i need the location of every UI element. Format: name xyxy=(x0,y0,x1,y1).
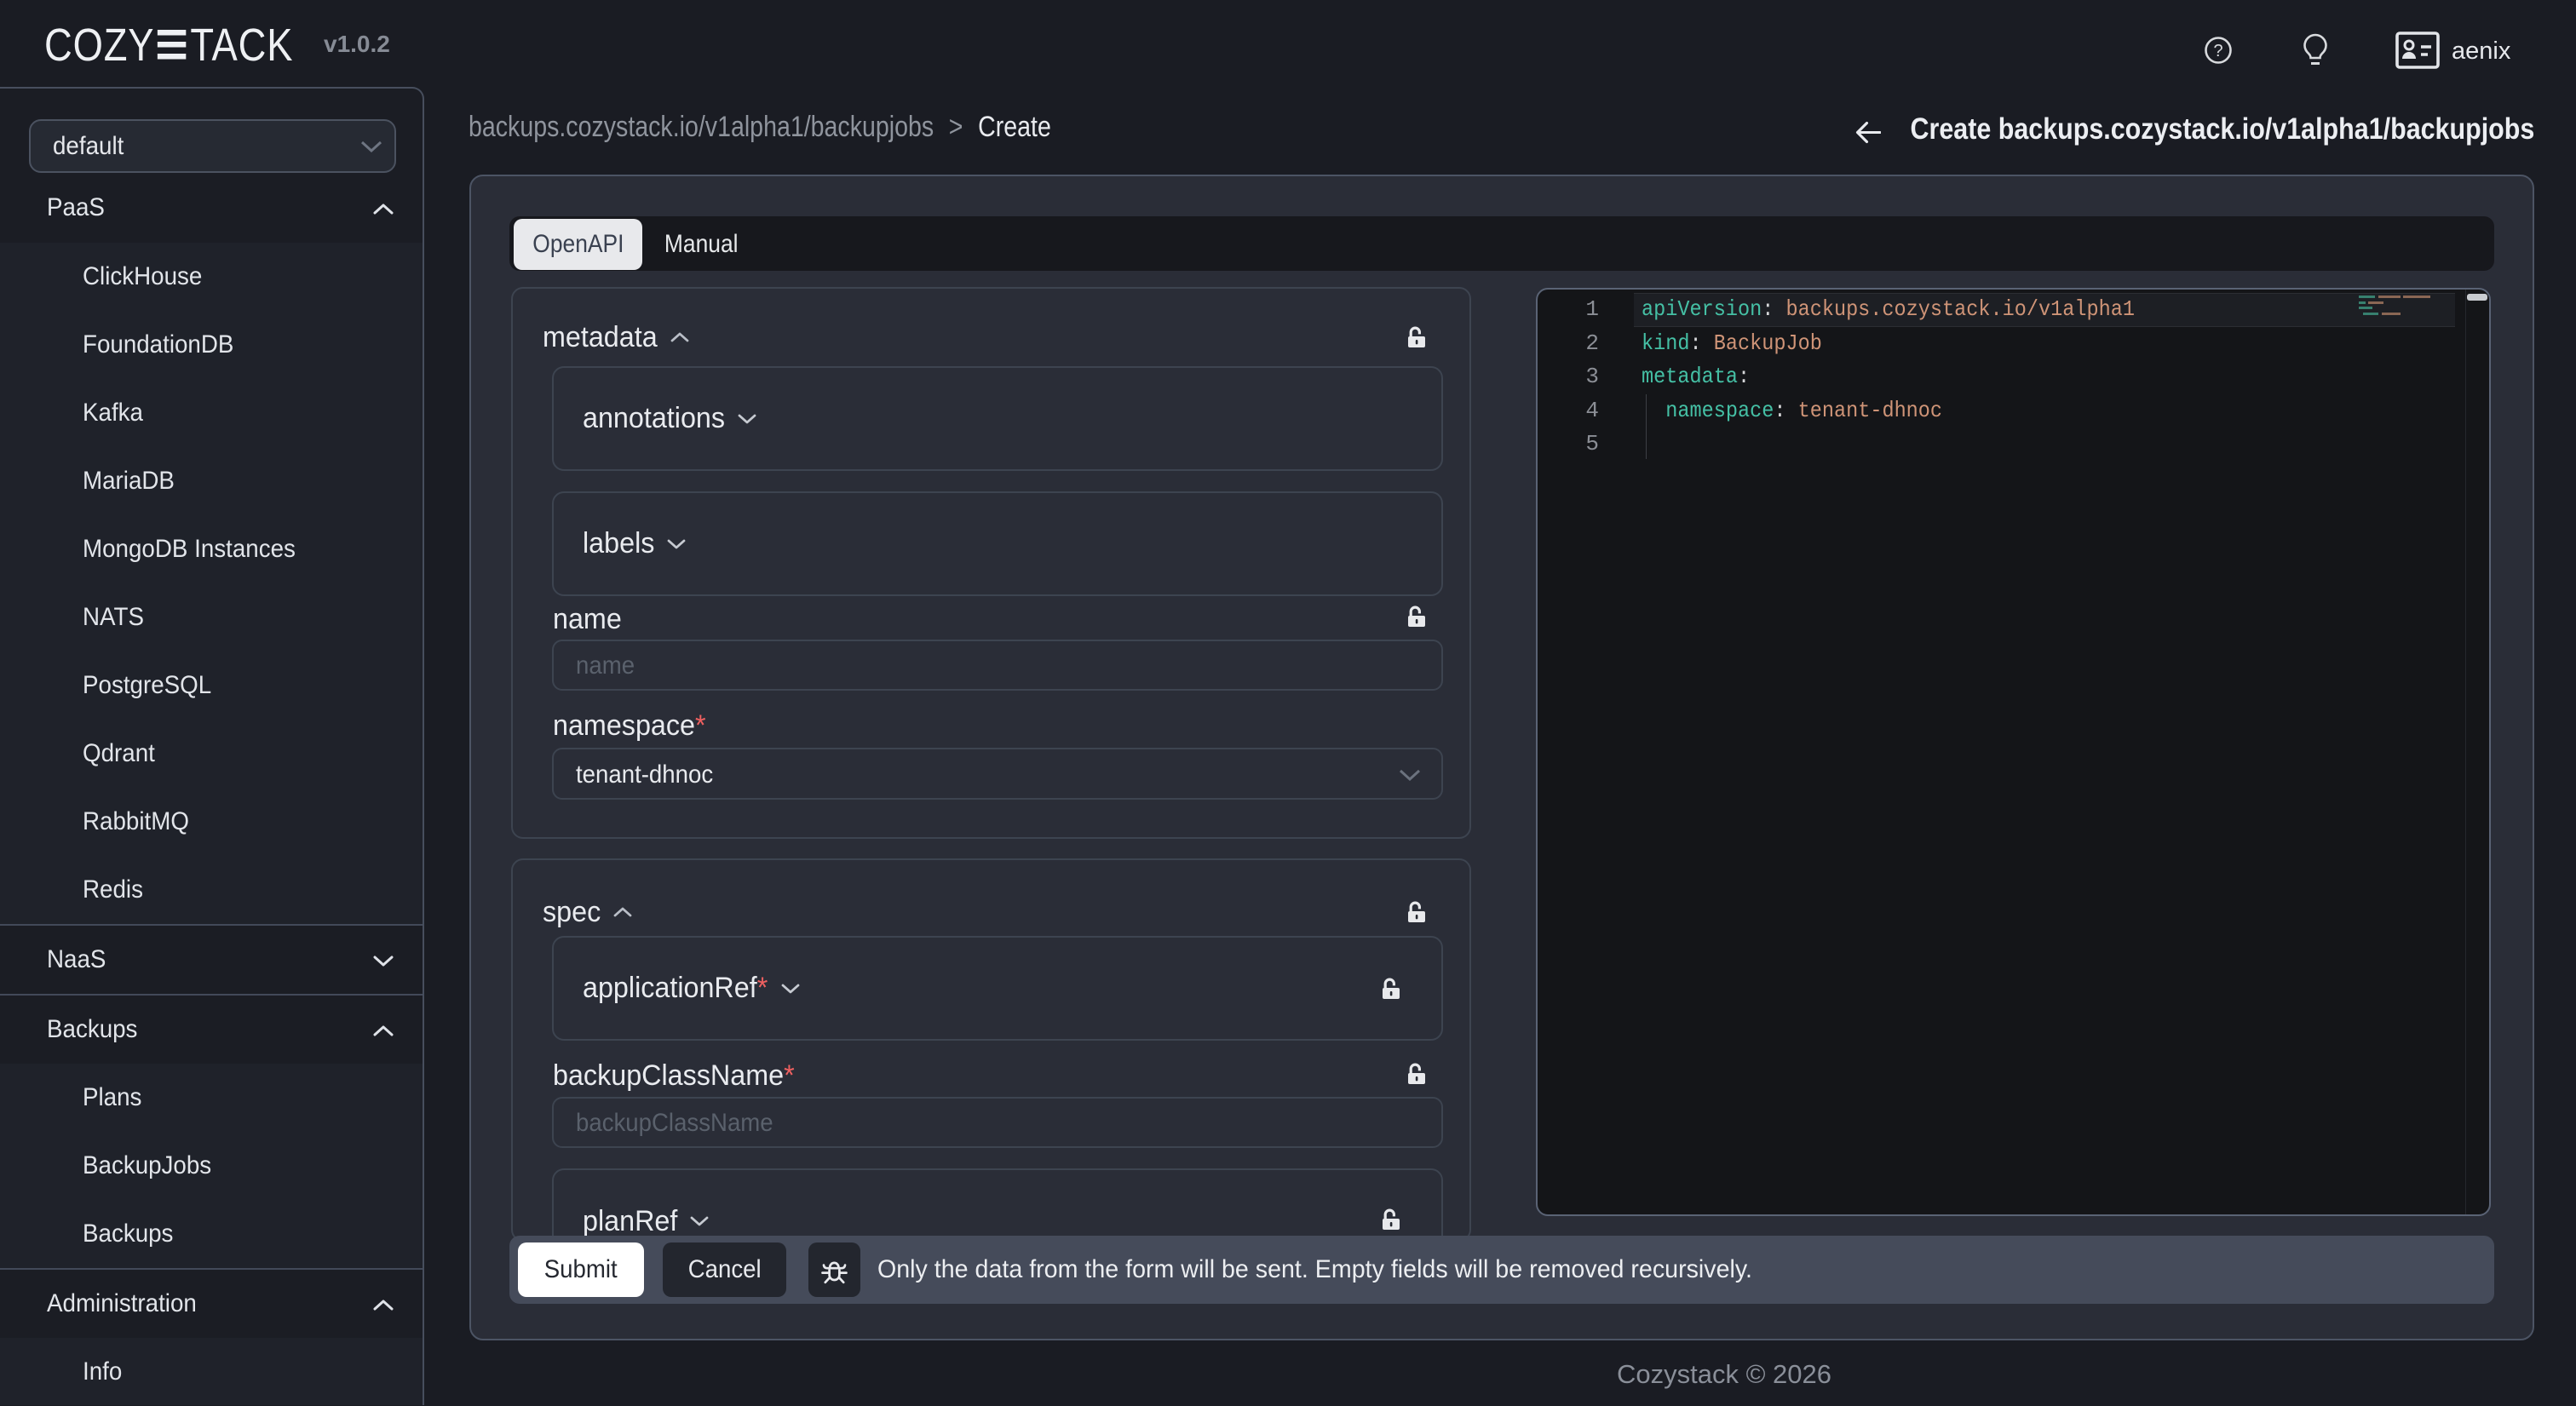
svg-text:?: ? xyxy=(2213,42,2222,60)
